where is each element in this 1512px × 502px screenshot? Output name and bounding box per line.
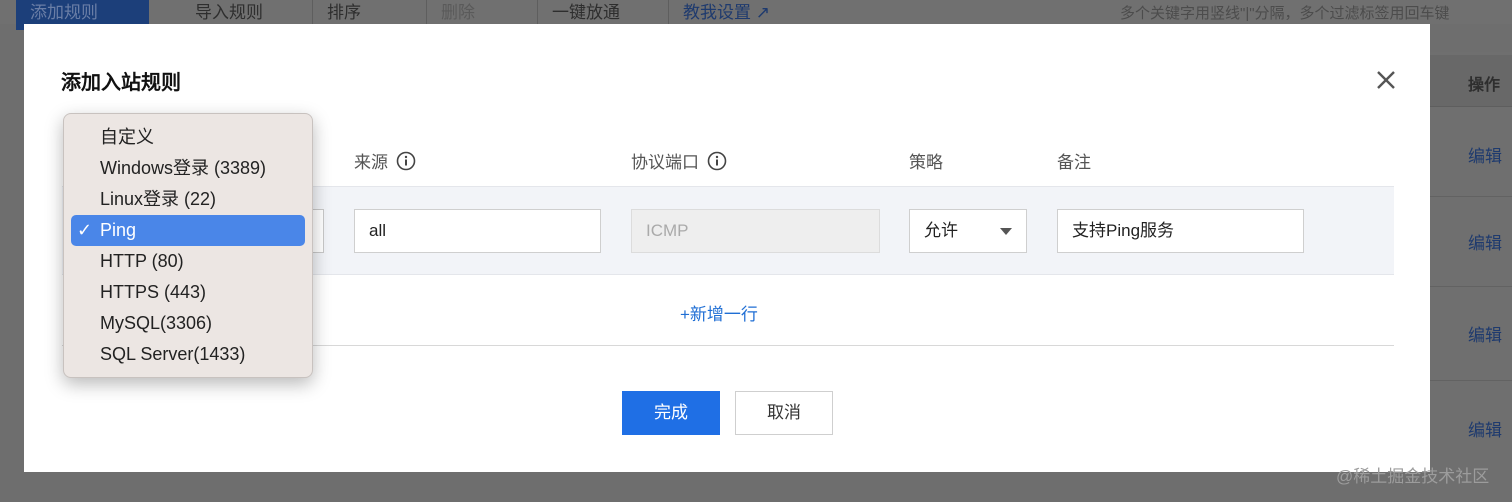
- menu-item-http[interactable]: HTTP (80): [71, 246, 305, 277]
- rule-type-dropdown-menu: 自定义 Windows登录 (3389) Linux登录 (22) ✓ Ping…: [63, 113, 313, 378]
- column-header-policy: 策略: [909, 153, 943, 172]
- menu-item-https[interactable]: HTTPS (443): [71, 277, 305, 308]
- menu-item-linux-login[interactable]: Linux登录 (22): [71, 184, 305, 215]
- edit-link[interactable]: 编辑: [1468, 229, 1502, 254]
- source-input[interactable]: all: [354, 209, 601, 253]
- menu-item-label: MySQL(3306): [100, 313, 213, 333]
- source-header-label: 来源: [354, 153, 388, 172]
- menu-item-label: Ping: [100, 220, 137, 240]
- column-header-source: 来源: [354, 148, 416, 173]
- edit-link[interactable]: 编辑: [1468, 416, 1502, 441]
- table-row-divider: [1430, 196, 1512, 197]
- menu-item-custom[interactable]: 自定义: [71, 122, 305, 153]
- menu-item-sql-server[interactable]: SQL Server(1433): [71, 339, 305, 370]
- edit-link[interactable]: 编辑: [1468, 142, 1502, 167]
- checkmark-icon: ✓: [77, 220, 93, 240]
- confirm-button[interactable]: 完成: [622, 391, 720, 435]
- add-row-link[interactable]: +新增一行: [680, 300, 758, 325]
- cancel-button[interactable]: 取消: [735, 391, 833, 435]
- menu-item-label: Windows登录 (3389): [100, 158, 267, 178]
- edit-link[interactable]: 编辑: [1468, 321, 1502, 346]
- info-icon[interactable]: [707, 151, 727, 171]
- protocol-port-input[interactable]: ICMP: [631, 209, 880, 253]
- table-row-divider: [1430, 380, 1512, 381]
- table-row-divider: [1430, 286, 1512, 287]
- menu-item-label: SQL Server(1433): [100, 344, 246, 364]
- remark-input[interactable]: 支持Ping服务: [1057, 209, 1304, 253]
- menu-item-label: HTTP (80): [100, 251, 184, 271]
- caret-down-icon: [1000, 228, 1012, 235]
- policy-select[interactable]: 允许: [909, 209, 1027, 253]
- column-header-protocol-port: 协议端口: [631, 148, 727, 173]
- watermark: @稀土掘金技术社区: [1336, 467, 1490, 486]
- info-icon[interactable]: [396, 151, 416, 171]
- menu-item-label: Linux登录 (22): [100, 189, 217, 209]
- modal-title: 添加入站规则: [61, 72, 181, 94]
- table-header-action: 操作: [1430, 55, 1512, 107]
- menu-item-mysql[interactable]: MySQL(3306): [71, 308, 305, 339]
- menu-item-label: 自定义: [100, 127, 154, 147]
- close-icon[interactable]: [1372, 66, 1400, 94]
- search-input[interactable]: 多个关键字用竖线"|"分隔，多个过滤标签用回车键: [1120, 2, 1510, 23]
- teach-me-label: 教我设置: [683, 3, 751, 22]
- external-link-icon: ↗: [755, 3, 770, 22]
- column-header-remark: 备注: [1057, 153, 1091, 172]
- protocol-port-header-label: 协议端口: [631, 153, 699, 172]
- menu-item-ping[interactable]: ✓ Ping: [71, 215, 305, 246]
- menu-item-windows-login[interactable]: Windows登录 (3389): [71, 153, 305, 184]
- menu-item-label: HTTPS (443): [100, 282, 207, 302]
- policy-select-value: 允许: [924, 221, 958, 240]
